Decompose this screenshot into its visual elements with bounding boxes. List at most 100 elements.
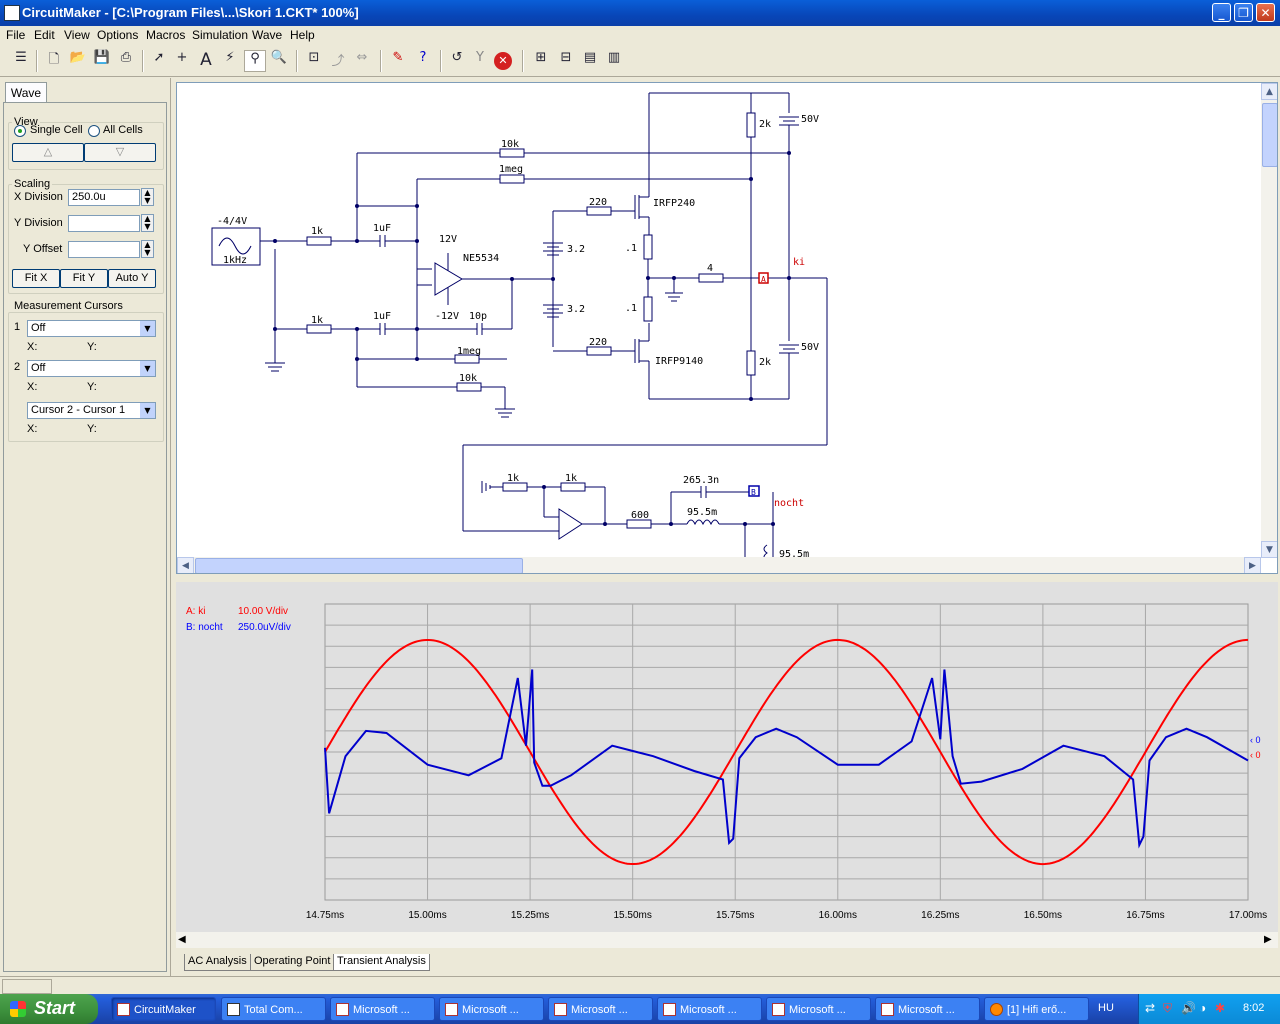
schematic-hscrollbar[interactable]: ◀ ▶ — [177, 557, 1261, 573]
print-icon[interactable]: ⎙ — [115, 50, 137, 72]
task-microsoft-1[interactable]: Microsoft ... — [330, 997, 435, 1021]
scroll-down-arrow[interactable]: ▼ — [1261, 541, 1277, 558]
network-icon[interactable]: ⇄ — [1145, 1001, 1155, 1015]
task-circuitmaker[interactable]: CircuitMaker — [111, 997, 216, 1021]
menu-wave[interactable]: Wave — [252, 28, 282, 42]
y-division-spinner[interactable]: ▲ ▼ — [141, 214, 154, 232]
scroll-right-arrow[interactable]: ▶ — [1244, 557, 1261, 573]
menu-help[interactable]: Help — [290, 28, 315, 42]
start-button[interactable]: Start — [0, 994, 98, 1024]
reset-icon[interactable]: ↺ — [446, 50, 468, 72]
probe-tool-icon[interactable]: ⚲ — [244, 50, 266, 72]
scope-icon[interactable]: ⊟ — [555, 50, 577, 72]
zoom-tool-icon[interactable]: 🔍 — [268, 50, 290, 72]
task-microsoft-2[interactable]: Microsoft ... — [439, 997, 544, 1021]
open-folder-icon[interactable]: 📂 — [67, 50, 89, 72]
tab-transient-analysis[interactable]: Transient Analysis — [333, 954, 430, 971]
wave-icon[interactable]: ▥ — [603, 50, 625, 72]
fit-x-button[interactable]: Fit X — [12, 269, 60, 288]
scroll-left-arrow[interactable]: ◀ — [178, 934, 186, 945]
scroll-thumb[interactable] — [1262, 103, 1277, 167]
bluetooth-icon[interactable]: ✱ — [1215, 1001, 1225, 1015]
minimize-button[interactable]: _ — [1212, 3, 1231, 22]
close-button[interactable]: ✕ — [1256, 3, 1275, 22]
cursor-diff-select[interactable]: Cursor 2 - Cursor 1 ▼ — [27, 402, 156, 419]
task-microsoft-6[interactable]: Microsoft ... — [875, 997, 980, 1021]
circuitmaker-icon — [117, 1003, 130, 1016]
x-tick-label: 16.50ms — [1024, 910, 1062, 921]
tab-ac-analysis[interactable]: AC Analysis — [184, 954, 251, 971]
r-1k-c-label: 1k — [507, 473, 519, 484]
save-icon[interactable]: 💾 — [91, 50, 113, 72]
all-cells-radio[interactable] — [88, 125, 100, 137]
new-file-icon[interactable]: 🗋 — [43, 50, 65, 72]
x-division-spinner[interactable]: ▲ ▼ — [141, 188, 154, 206]
menu-view[interactable]: View — [64, 28, 90, 42]
scroll-right-arrow[interactable]: ▶ — [1264, 934, 1272, 945]
y-offset-spinner[interactable]: ▲ ▼ — [141, 240, 154, 258]
text-tool-icon[interactable]: A — [195, 50, 217, 72]
toolbar-separator — [142, 50, 144, 72]
menu-macros[interactable]: Macros — [146, 28, 185, 42]
step-icon[interactable]: Y — [469, 50, 491, 72]
mirror-icon[interactable]: ⇔ — [351, 50, 373, 72]
schematic-wires — [211, 92, 828, 558]
y-offset-field[interactable] — [68, 241, 140, 258]
marker-a: ‹ 0 — [1250, 750, 1261, 760]
app-icon[interactable] — [4, 5, 20, 21]
waveform-hscrollbar[interactable]: ◀ ▶ — [176, 932, 1278, 948]
menu-file[interactable]: File — [6, 28, 25, 42]
waveform-panel[interactable]: 14.75ms 15.00ms 15.25ms 15.50ms 15.75ms 16.00… — [176, 582, 1278, 948]
menu-edit[interactable]: Edit — [34, 28, 55, 42]
stop-icon[interactable]: ✕ — [494, 52, 512, 70]
menu-simulation[interactable]: Simulation — [192, 28, 248, 42]
task-microsoft-3[interactable]: Microsoft ... — [548, 997, 653, 1021]
task-microsoft-5[interactable]: Microsoft ... — [766, 997, 871, 1021]
schematic-drawing[interactable]: -4/4V 1kHz 1k 1k 1uF 1uF 10k 1meg 1meg 1… — [177, 83, 1262, 558]
task-firefox[interactable]: [1] Hifi erő... — [984, 997, 1089, 1021]
analysis-icon[interactable]: ▤ — [579, 50, 601, 72]
task-label: Microsoft ... — [353, 1004, 410, 1016]
zoom-fit-icon[interactable]: ⊡ — [303, 50, 325, 72]
schematic-canvas[interactable]: -4/4V 1kHz 1k 1k 1uF 1uF 10k 1meg 1meg 1… — [176, 82, 1278, 574]
language-indicator[interactable]: HU — [1098, 1002, 1114, 1014]
probe-icon[interactable]: ⊞ — [530, 50, 552, 72]
auto-y-button[interactable]: Auto Y — [108, 269, 156, 288]
cursor2-x-label: X: — [27, 381, 38, 393]
task-microsoft-4[interactable]: Microsoft ... — [657, 997, 762, 1021]
cell-down-button[interactable]: ▽ — [84, 143, 156, 162]
cell-up-button[interactable]: △ — [12, 143, 84, 162]
wire-tool-icon[interactable]: + — [171, 50, 193, 72]
maximize-button[interactable]: ❐ — [1234, 3, 1253, 22]
scroll-up-arrow[interactable]: ▲ — [1261, 83, 1277, 100]
device-library-icon[interactable]: ☰ — [10, 50, 32, 72]
menu-options[interactable]: Options — [97, 28, 138, 42]
wave-panel: Wave View Single Cell All Cells △ ▽ Scal… — [0, 78, 171, 976]
x-division-field[interactable]: 250.0u — [68, 189, 140, 206]
hscroll-thumb[interactable] — [195, 558, 523, 573]
arrow-tool-icon[interactable]: ➚ — [148, 50, 170, 72]
rotate-icon[interactable]: ⤴ — [327, 50, 349, 72]
y-division-field[interactable] — [68, 215, 140, 232]
cursor2-select[interactable]: Off ▼ — [27, 360, 156, 377]
bolt-tool-icon[interactable]: ⚡ — [219, 50, 241, 72]
cursor1-select[interactable]: Off ▼ — [27, 320, 156, 337]
tag-icon[interactable]: ✎ — [387, 50, 409, 72]
fit-y-button[interactable]: Fit Y — [60, 269, 108, 288]
cursor2-y-label: Y: — [87, 381, 97, 393]
single-cell-radio[interactable] — [14, 125, 26, 137]
help-icon[interactable]: ? — [412, 50, 434, 72]
task-total-commander[interactable]: Total Com... — [221, 997, 326, 1021]
shield-icon[interactable]: ⛨ — [1163, 1001, 1172, 1016]
r-10k-bot-label: 10k — [459, 373, 477, 384]
analysis-tabs: AC Analysis Operating Point Transient An… — [176, 953, 1278, 971]
sync-icon[interactable]: ◑ — [1199, 1001, 1206, 1015]
tab-operating-point[interactable]: Operating Point — [250, 954, 335, 971]
title-bar: CircuitMaker - [C:\Program Files\...\Sko… — [0, 0, 1280, 26]
volume-icon[interactable]: 🔊 — [1181, 1001, 1196, 1015]
task-label: Microsoft ... — [462, 1004, 519, 1016]
waveform-chart[interactable]: 14.75ms 15.00ms 15.25ms 15.50ms 15.75ms 16.00… — [176, 582, 1278, 932]
scroll-left-arrow[interactable]: ◀ — [177, 557, 194, 573]
schematic-vscrollbar[interactable]: ▲ ▼ — [1261, 83, 1277, 558]
tab-wave[interactable]: Wave — [5, 82, 47, 103]
